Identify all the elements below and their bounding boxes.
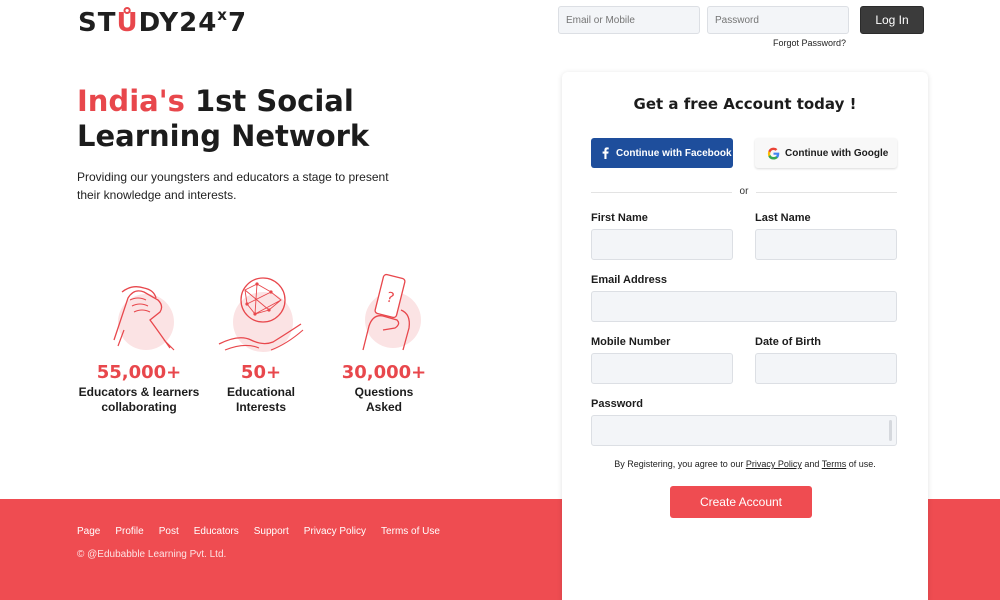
logo-text-end: 7 [227,8,248,38]
hero-title-rest: 1st Social [184,84,354,118]
last-name-input[interactable] [755,229,897,260]
google-icon [767,147,780,160]
login-button[interactable]: Log In [860,6,924,34]
continue-google-button[interactable]: Continue with Google [755,138,897,168]
logo-text-mid: DY24 [138,8,218,38]
stat-label: Educational Interests [196,385,326,415]
copyright-text: © @Edubabble Learning Pvt. Ltd. [77,549,227,560]
signup-title: Get a free Account today ! [633,95,857,113]
privacy-policy-link[interactable]: Privacy Policy [746,459,802,469]
stat-label-line1: Questions [354,385,414,399]
stat-label-line1: Educational [226,385,295,399]
hero-title-highlight: India's [77,84,185,118]
stat-label: Questions Asked [319,385,449,415]
stat-label: Educators & learners collaborating [74,385,204,415]
stat-questions: ? 30,000+ Questions Asked [319,270,449,415]
password-label: Password [591,398,643,410]
hero-title-line2: Learning Network [77,119,370,153]
handshake-icon [113,286,175,351]
stat-value: 55,000+ [96,362,182,383]
stat-label-line1: Educators & learners [78,385,200,399]
email-input[interactable] [591,291,897,322]
password-field-scrollbar[interactable] [889,420,892,441]
forgot-password-link[interactable]: Forgot Password? [773,38,846,48]
continue-facebook-button[interactable]: Continue with Facebook [591,138,733,168]
stat-label-line2: Asked [365,400,403,414]
last-name-label: Last Name [755,212,811,224]
footer-link-privacy[interactable]: Privacy Policy [304,526,366,537]
facebook-icon [602,147,609,159]
hero-title: India's 1st Social Learning Network [77,84,369,154]
footer-link-page[interactable]: Page [77,526,100,537]
first-name-input[interactable] [591,229,733,260]
stat-label-line2: Interests [235,400,287,414]
agree-prefix: By Registering, you agree to our [614,459,746,469]
footer-link-educators[interactable]: Educators [194,526,239,537]
login-email-input[interactable] [558,6,700,34]
logo-text-start: ST [78,8,117,38]
terms-link[interactable]: Terms [822,459,847,469]
footer-link-profile[interactable]: Profile [115,526,143,537]
stat-interests: 50+ Educational Interests [196,270,326,415]
facebook-button-label: Continue with Facebook [616,147,732,159]
dob-label: Date of Birth [755,336,821,348]
agree-and: and [801,459,822,469]
stat-label-line2: collaborating [101,400,177,414]
logo-text-accent: Ů [116,8,139,38]
first-name-label: First Name [591,212,648,224]
password-input[interactable] [591,415,897,446]
login-password-input[interactable] [707,6,849,34]
footer-link-post[interactable]: Post [159,526,179,537]
terms-agreement: By Registering, you agree to our Privacy… [562,459,928,469]
email-label: Email Address [591,274,668,286]
landing-page: STŮDY24x7 Log In Forgot Password? India'… [0,0,1000,600]
globe-hands-icon [218,277,304,352]
footer-link-support[interactable]: Support [254,526,289,537]
create-account-button[interactable]: Create Account [670,486,812,518]
stat-value: 30,000+ [341,362,427,383]
dob-input[interactable] [755,353,897,384]
footer-link-terms[interactable]: Terms of Use [381,526,440,537]
mobile-input[interactable] [591,353,733,384]
stat-value: 50+ [240,362,282,383]
study247-logo[interactable]: STŮDY24x7 [78,6,248,38]
signup-card: Get a free Account today ! Continue with… [562,72,928,600]
logo-text-sup: x [217,6,228,24]
stat-learners: 55,000+ Educators & learners collaboratin… [74,270,204,415]
hero-description: Providing our youngsters and educators a… [77,170,389,202]
footer-links: Page Profile Post Educators Support Priv… [77,526,440,537]
phone-question-icon: ? [362,273,421,351]
or-text: or [732,186,756,197]
agree-suffix: of use. [846,459,876,469]
google-button-label: Continue with Google [785,147,889,159]
mobile-label: Mobile Number [591,336,671,348]
